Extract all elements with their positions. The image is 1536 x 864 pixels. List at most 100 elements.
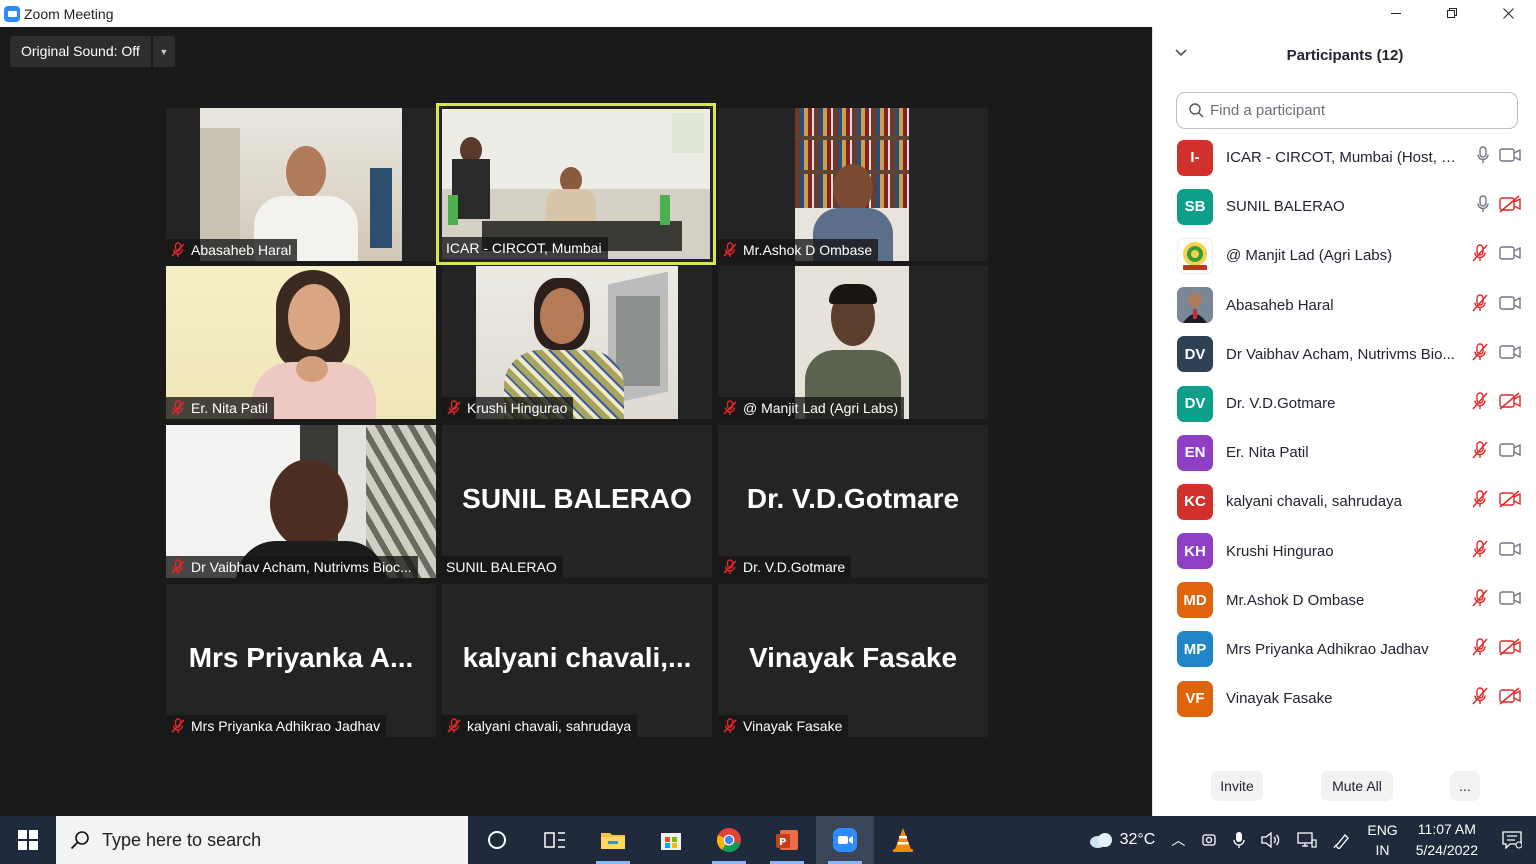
invite-button[interactable]: Invite (1211, 771, 1263, 801)
microsoft-store-taskbar[interactable] (642, 816, 700, 864)
participant-row[interactable]: SB SUNIL BALERAO (1153, 182, 1536, 231)
video-tile[interactable]: Abasaheb Haral (166, 108, 436, 261)
video-tile-active-speaker[interactable]: ICAR - CIRCOT, Mumbai (436, 103, 716, 265)
video-camera-off-icon[interactable] (1499, 195, 1521, 218)
participant-row[interactable]: KC kalyani chavali, sahrudaya (1153, 477, 1536, 526)
video-tile[interactable]: Mr.Ashok D Ombase (718, 108, 988, 261)
tray-network[interactable] (1289, 816, 1325, 864)
participant-avatar: MD (1177, 582, 1213, 619)
participant-avatar: KC (1177, 483, 1213, 520)
video-camera-icon[interactable] (1499, 345, 1521, 364)
video-tile[interactable]: kalyani chavali,... kalyani chavali, sah… (442, 584, 712, 737)
microphone-icon[interactable] (1476, 146, 1490, 169)
video-tile[interactable]: SUNIL BALERAO SUNIL BALERAO (442, 425, 712, 578)
microphone-icon (1233, 832, 1246, 848)
tile-name: ICAR - CIRCOT, Mumbai (446, 240, 602, 256)
cortana-button[interactable] (468, 816, 526, 864)
participant-row[interactable]: I- ICAR - CIRCOT, Mumbai (Host, me) (1153, 133, 1536, 182)
file-explorer-taskbar[interactable] (584, 816, 642, 864)
participant-row[interactable]: VF Vinayak Fasake (1153, 674, 1536, 723)
collapse-chevron-icon[interactable] (1175, 46, 1187, 60)
original-sound-dropdown[interactable]: ▼ (152, 36, 175, 67)
participant-avatar: DV (1177, 336, 1213, 373)
microphone-muted-icon[interactable] (1470, 489, 1490, 514)
video-camera-icon[interactable] (1499, 246, 1521, 265)
video-camera-icon[interactable] (1499, 541, 1521, 561)
video-tile[interactable]: Er. Nita Patil (166, 266, 436, 419)
participant-search-input[interactable] (1210, 102, 1500, 119)
microphone-muted-icon[interactable] (1470, 243, 1490, 268)
close-icon (1502, 8, 1514, 19)
microphone-muted-icon[interactable] (1470, 686, 1490, 711)
participant-status-icons (1470, 440, 1521, 465)
participant-row[interactable]: @ Manjit Lad (Agri Labs) (1153, 231, 1536, 280)
participants-footer: Invite Mute All ... (1153, 771, 1536, 801)
task-view-button[interactable] (526, 816, 584, 864)
close-button[interactable] (1480, 0, 1536, 27)
vlc-taskbar[interactable] (874, 816, 932, 864)
tile-display-name: SUNIL BALERAO (462, 483, 692, 514)
participant-row[interactable]: Abasaheb Haral (1153, 281, 1536, 330)
video-tile[interactable]: @ Manjit Lad (Agri Labs) (718, 266, 988, 419)
participant-status-icons (1476, 146, 1521, 169)
tile-name-bar: SUNIL BALERAO (442, 556, 563, 578)
weather-widget[interactable]: 32°C (1080, 816, 1164, 864)
participant-avatar: MP (1177, 631, 1213, 668)
minimize-button[interactable] (1368, 0, 1424, 27)
restore-button[interactable] (1424, 0, 1480, 27)
participant-row[interactable]: EN Er. Nita Patil (1153, 428, 1536, 477)
participant-name: Mr.Ashok D Ombase (1226, 591, 1365, 609)
tile-name-bar: Abasaheb Haral (166, 239, 298, 261)
video-camera-off-icon[interactable] (1499, 490, 1521, 513)
tray-pen[interactable] (1325, 816, 1359, 864)
zoom-icon (833, 828, 857, 852)
video-tile[interactable]: Dr Vaibhav Acham, Nutrivms Bioc... (166, 425, 436, 578)
tray-microphone[interactable] (1225, 816, 1253, 864)
video-tile[interactable]: Mrs Priyanka A... Mrs Priyanka Adhikrao … (166, 584, 436, 737)
taskbar-clock[interactable]: 11:07 AM 5/24/2022 (1406, 819, 1488, 861)
taskbar-search-input[interactable] (102, 829, 432, 851)
participant-avatar (1177, 237, 1213, 274)
language-indicator[interactable]: ENG IN (1359, 816, 1405, 864)
start-button[interactable] (0, 816, 56, 864)
video-camera-icon[interactable] (1499, 591, 1521, 610)
notification-center-button[interactable] (1488, 816, 1536, 864)
microphone-muted-icon[interactable] (1470, 293, 1490, 318)
video-camera-icon[interactable] (1499, 148, 1521, 167)
more-options-button[interactable]: ... (1450, 771, 1480, 801)
participant-row[interactable]: MD Mr.Ashok D Ombase (1153, 576, 1536, 625)
participant-status-icons (1470, 686, 1521, 711)
video-tile[interactable]: Dr. V.D.Gotmare Dr. V.D.Gotmare (718, 425, 988, 578)
microphone-muted-icon[interactable] (1470, 440, 1490, 465)
microphone-muted-icon[interactable] (1470, 342, 1490, 367)
powerpoint-taskbar[interactable]: P (758, 816, 816, 864)
tray-icon-camera[interactable] (1193, 816, 1225, 864)
microphone-muted-icon[interactable] (1470, 539, 1490, 564)
video-camera-icon[interactable] (1499, 295, 1521, 315)
video-camera-icon[interactable] (1499, 443, 1521, 462)
participants-header: Participants (12) (1153, 27, 1536, 83)
microphone-icon[interactable] (1476, 195, 1490, 218)
participant-row[interactable]: MP Mrs Priyanka Adhikrao Jadhav (1153, 625, 1536, 674)
participant-name: Mrs Priyanka Adhikrao Jadhav (1226, 640, 1429, 658)
mute-all-button[interactable]: Mute All (1321, 771, 1393, 801)
microphone-muted-icon[interactable] (1470, 588, 1490, 613)
chrome-taskbar[interactable] (700, 816, 758, 864)
participant-row[interactable]: DV Dr Vaibhav Acham, Nutrivms Bio... (1153, 330, 1536, 379)
video-tile[interactable]: Krushi Hingurao (442, 266, 712, 419)
sync-icon (1202, 834, 1217, 846)
participant-row[interactable]: KH Krushi Hingurao (1153, 527, 1536, 576)
participant-row[interactable]: DV Dr. V.D.Gotmare (1153, 379, 1536, 428)
tray-overflow-button[interactable]: ︿ (1163, 816, 1193, 864)
microphone-muted-icon[interactable] (1470, 391, 1490, 416)
network-icon (1297, 832, 1317, 848)
participant-name: kalyani chavali, sahrudaya (1226, 493, 1402, 511)
zoom-taskbar[interactable] (816, 816, 874, 864)
video-camera-off-icon[interactable] (1499, 638, 1521, 661)
microphone-muted-icon[interactable] (1470, 637, 1490, 662)
video-tile[interactable]: Vinayak Fasake Vinayak Fasake (718, 584, 988, 737)
video-camera-off-icon[interactable] (1499, 687, 1521, 710)
tray-volume[interactable] (1253, 816, 1289, 864)
video-camera-off-icon[interactable] (1499, 392, 1521, 415)
original-sound-button[interactable]: Original Sound: Off (10, 36, 151, 67)
